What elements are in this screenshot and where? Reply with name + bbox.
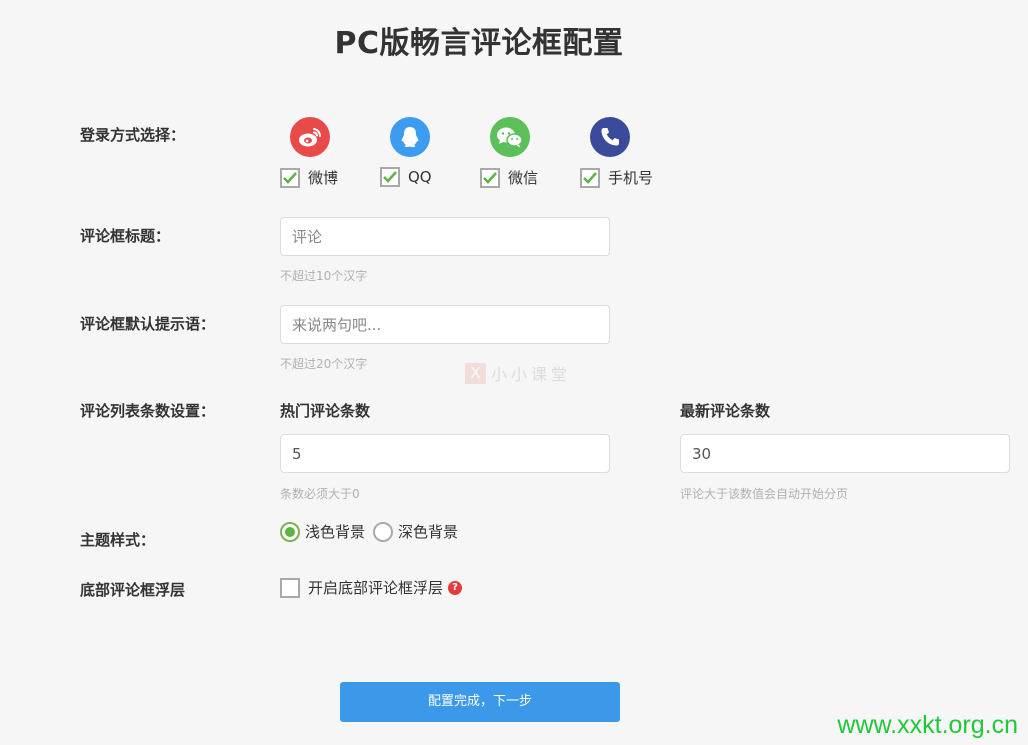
hot-count-hint: 条数必须大于0 — [280, 487, 360, 501]
hot-count-label: 热门评论条数 — [280, 402, 371, 420]
comment-title-hint: 不超过10个汉字 — [280, 269, 368, 283]
comment-placeholder-label: 评论框默认提示语： — [80, 315, 216, 333]
login-option-weibo[interactable]: 微博 — [280, 117, 380, 188]
phone-checkbox[interactable] — [580, 167, 600, 188]
watermark-logo-text: 小小课堂 — [491, 365, 572, 384]
theme-radio-group: 浅色背景 深色背景 — [280, 521, 466, 542]
login-method-label: 登录方式选择： — [80, 126, 186, 144]
login-option-wechat[interactable]: 微信 — [480, 117, 580, 188]
watermark-site: www.xxkt.org.cn — [837, 711, 1018, 739]
comment-title-input[interactable] — [280, 217, 610, 256]
wechat-checkbox[interactable] — [480, 167, 500, 188]
comment-placeholder-input[interactable] — [280, 305, 610, 344]
phone-checkbox-label: 手机号 — [608, 169, 654, 187]
latest-count-label: 最新评论条数 — [680, 402, 771, 420]
theme-dark-label[interactable]: 深色背景 — [398, 521, 458, 542]
wechat-icon — [490, 117, 530, 157]
float-layer-option[interactable]: 开启底部评论框浮层 ? — [280, 577, 463, 598]
wechat-checkbox-label: 微信 — [508, 169, 539, 187]
phone-icon — [590, 117, 630, 157]
float-layer-checkbox[interactable] — [280, 577, 300, 598]
weibo-icon — [290, 117, 330, 157]
weibo-checkbox[interactable] — [280, 167, 300, 188]
list-count-label: 评论列表条数设置： — [80, 402, 216, 420]
watermark-logo: X 小小课堂 — [465, 361, 571, 385]
watermark-x-icon: X — [465, 362, 486, 384]
login-option-phone[interactable]: 手机号 — [580, 117, 680, 188]
theme-label: 主题样式： — [80, 531, 156, 549]
hot-count-input[interactable] — [280, 434, 610, 473]
theme-light-label[interactable]: 浅色背景 — [305, 521, 365, 542]
help-icon[interactable]: ? — [448, 580, 463, 595]
qq-checkbox-label: QQ — [408, 168, 432, 186]
float-layer-label: 底部评论框浮层 — [80, 581, 186, 599]
qq-checkbox[interactable] — [380, 167, 400, 187]
float-layer-checkbox-label: 开启底部评论框浮层 — [308, 579, 444, 597]
comment-title-label: 评论框标题： — [80, 227, 171, 245]
submit-next-button[interactable]: 配置完成，下一步 — [340, 682, 620, 722]
weibo-checkbox-label: 微博 — [308, 169, 339, 187]
theme-light-radio[interactable] — [280, 521, 300, 542]
comment-placeholder-hint: 不超过20个汉字 — [280, 357, 368, 371]
latest-count-input[interactable] — [680, 434, 1010, 473]
qq-icon — [390, 117, 430, 157]
login-option-qq[interactable]: QQ — [380, 117, 480, 187]
latest-count-hint: 评论大于该数值会自动开始分页 — [680, 487, 849, 501]
theme-dark-radio[interactable] — [373, 521, 394, 542]
page-title: PC版畅言评论框配置 — [334, 26, 624, 61]
